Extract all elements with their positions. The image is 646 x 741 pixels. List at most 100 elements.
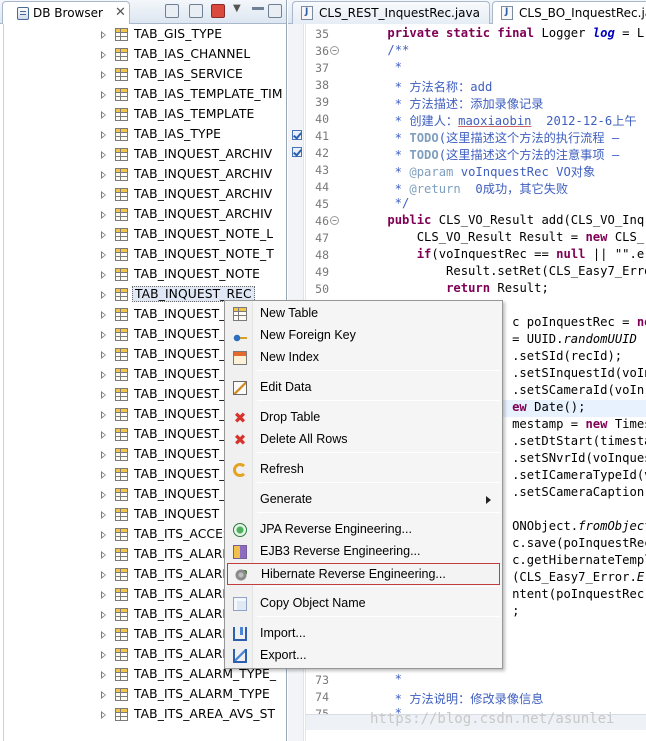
menu-item-hibernate-reverse-engineering[interactable]: Hibernate Reverse Engineering... [227, 563, 500, 585]
editor-tab-rest[interactable]: CLS_REST_InquestRec.java [292, 1, 490, 24]
view-menu-chevron-icon[interactable]: ▼ [233, 3, 247, 17]
table-tree-item[interactable]: TAB_INQUEST_ARCHIV [0, 165, 286, 185]
table-name: TAB_INQUEST_I [134, 307, 230, 321]
disconnect-icon[interactable] [211, 4, 225, 18]
code-line: 37 * [288, 60, 646, 77]
code-token: */ [358, 196, 410, 210]
fold-toggle-icon[interactable]: − [330, 46, 339, 55]
menu-item-export[interactable]: Export... [227, 645, 500, 667]
expand-arrow-icon[interactable] [101, 351, 106, 359]
editor-tab-bo[interactable]: CLS_BO_InquestRec.java [492, 1, 646, 24]
expand-arrow-icon[interactable] [101, 671, 106, 679]
expand-arrow-icon[interactable] [101, 591, 106, 599]
expand-arrow-icon[interactable] [101, 391, 106, 399]
table-icon [115, 628, 128, 641]
expand-arrow-icon[interactable] [101, 251, 106, 259]
collapse-all-icon[interactable] [165, 4, 179, 18]
task-marker-icon[interactable] [292, 130, 302, 140]
expand-arrow-icon[interactable] [101, 291, 106, 299]
code-token: CLS_ [607, 230, 645, 244]
expand-arrow-icon[interactable] [101, 271, 106, 279]
menu-item-edit-data[interactable]: Edit Data [227, 377, 500, 399]
expand-arrow-icon[interactable] [101, 471, 106, 479]
menu-item-ejb3-reverse-engineering[interactable]: EJB3 Reverse Engineering... [227, 541, 500, 563]
expand-arrow-icon[interactable] [101, 331, 106, 339]
expand-arrow-icon[interactable] [101, 611, 106, 619]
expand-arrow-icon[interactable] [101, 171, 106, 179]
table-tree-item[interactable]: TAB_INQUEST_ARCHIV [0, 145, 286, 165]
table-tree-item[interactable]: TAB_INQUEST_ARCHIV [0, 205, 286, 225]
maximize-icon[interactable] [268, 4, 282, 18]
link-editor-icon[interactable] [189, 4, 203, 18]
expand-arrow-icon[interactable] [101, 691, 106, 699]
code-line: 39 * 方法描述：添加录像记录 [288, 94, 646, 111]
menu-item-new-index[interactable]: New Index [227, 347, 500, 369]
table-icon [115, 128, 128, 141]
table-tree-item[interactable]: TAB_IAS_TEMPLATE [0, 105, 286, 125]
expand-arrow-icon[interactable] [101, 31, 106, 39]
expand-arrow-icon[interactable] [101, 211, 106, 219]
menu-item-drop-table[interactable]: ✖ Drop Table [227, 407, 500, 429]
expand-arrow-icon[interactable] [101, 551, 106, 559]
java-file-icon [301, 6, 313, 20]
expand-arrow-icon[interactable] [101, 111, 106, 119]
close-icon[interactable]: ✕ [115, 5, 126, 20]
line-number: 49 [315, 265, 329, 279]
menu-separator [257, 370, 500, 371]
menu-item-import[interactable]: Import... [227, 623, 500, 645]
menu-item-new-table[interactable]: New Table [227, 303, 500, 325]
table-tree-item[interactable]: TAB_IAS_TEMPLATE_TIM [0, 85, 286, 105]
expand-arrow-icon[interactable] [101, 711, 106, 719]
expand-arrow-icon[interactable] [101, 571, 106, 579]
expand-arrow-icon[interactable] [101, 131, 106, 139]
table-name: TAB_INQUEST_NOTE [134, 267, 261, 281]
menu-item-jpa-reverse-engineering[interactable]: JPA Reverse Engineering... [227, 519, 500, 541]
table-tree-item[interactable]: TAB_ITS_ALARM_TYPE [0, 685, 286, 705]
table-tree-item[interactable]: TAB_ITS_AREA_AVS_ST [0, 705, 286, 725]
table-tree-item[interactable]: TAB_GIS_TYPE [0, 25, 286, 45]
code-line: 42 * TODO(这里描述这个方法的注意事项 – [288, 145, 646, 162]
menu-item-copy-object-name[interactable]: Copy Object Name [227, 593, 500, 615]
expand-arrow-icon[interactable] [101, 631, 106, 639]
expand-arrow-icon[interactable] [101, 651, 106, 659]
expand-arrow-icon[interactable] [101, 371, 106, 379]
code-text: * 方法名称：add [358, 77, 493, 95]
menu-item-refresh[interactable]: Refresh [227, 459, 500, 481]
table-tree-item[interactable]: TAB_INQUEST_ARCHIV [0, 185, 286, 205]
expand-arrow-icon[interactable] [101, 511, 106, 519]
table-name: TAB_INQUEST [134, 507, 220, 521]
expand-arrow-icon[interactable] [101, 411, 106, 419]
code-line: 36− /** [288, 43, 646, 60]
menu-item-new-foreign-key[interactable]: New Foreign Key [227, 325, 500, 347]
menu-item-generate[interactable]: Generate [227, 489, 500, 511]
expand-arrow-icon[interactable] [101, 191, 106, 199]
table-tree-item[interactable]: TAB_IAS_TYPE [0, 125, 286, 145]
minimize-icon[interactable] [252, 7, 264, 10]
expand-arrow-icon[interactable] [101, 231, 106, 239]
table-name: TAB_INQUEST_ARCHIV [134, 207, 273, 221]
fold-toggle-icon[interactable]: − [330, 216, 339, 225]
code-token: CLS_VO_Result add(CLS_VO_Inq [431, 213, 645, 227]
edit-data-icon [233, 381, 247, 395]
expand-arrow-icon[interactable] [101, 491, 106, 499]
expand-arrow-icon[interactable] [101, 91, 106, 99]
table-icon [115, 68, 128, 81]
expand-arrow-icon[interactable] [101, 431, 106, 439]
expand-arrow-icon[interactable] [101, 531, 106, 539]
table-tree-item[interactable]: TAB_INQUEST_NOTE_L [0, 225, 286, 245]
expand-arrow-icon[interactable] [101, 71, 106, 79]
table-tree-item[interactable]: TAB_IAS_CHANNEL [0, 45, 286, 65]
code-line: 45 */ [288, 196, 646, 213]
task-marker-icon[interactable] [292, 147, 302, 157]
table-tree-item[interactable]: TAB_INQUEST_NOTE_T [0, 245, 286, 265]
expand-arrow-icon[interactable] [101, 451, 106, 459]
db-browser-tab[interactable]: DB Browser ✕ [2, 1, 130, 24]
menu-item-delete-all-rows[interactable]: ✖ Delete All Rows [227, 429, 500, 451]
expand-arrow-icon[interactable] [101, 51, 106, 59]
table-tree-item[interactable]: TAB_INQUEST_NOTE [0, 265, 286, 285]
expand-arrow-icon[interactable] [101, 151, 106, 159]
table-name: TAB_ITS_ALARM [134, 567, 234, 581]
expand-arrow-icon[interactable] [101, 311, 106, 319]
table-tree-item[interactable]: TAB_IAS_SERVICE [0, 65, 286, 85]
